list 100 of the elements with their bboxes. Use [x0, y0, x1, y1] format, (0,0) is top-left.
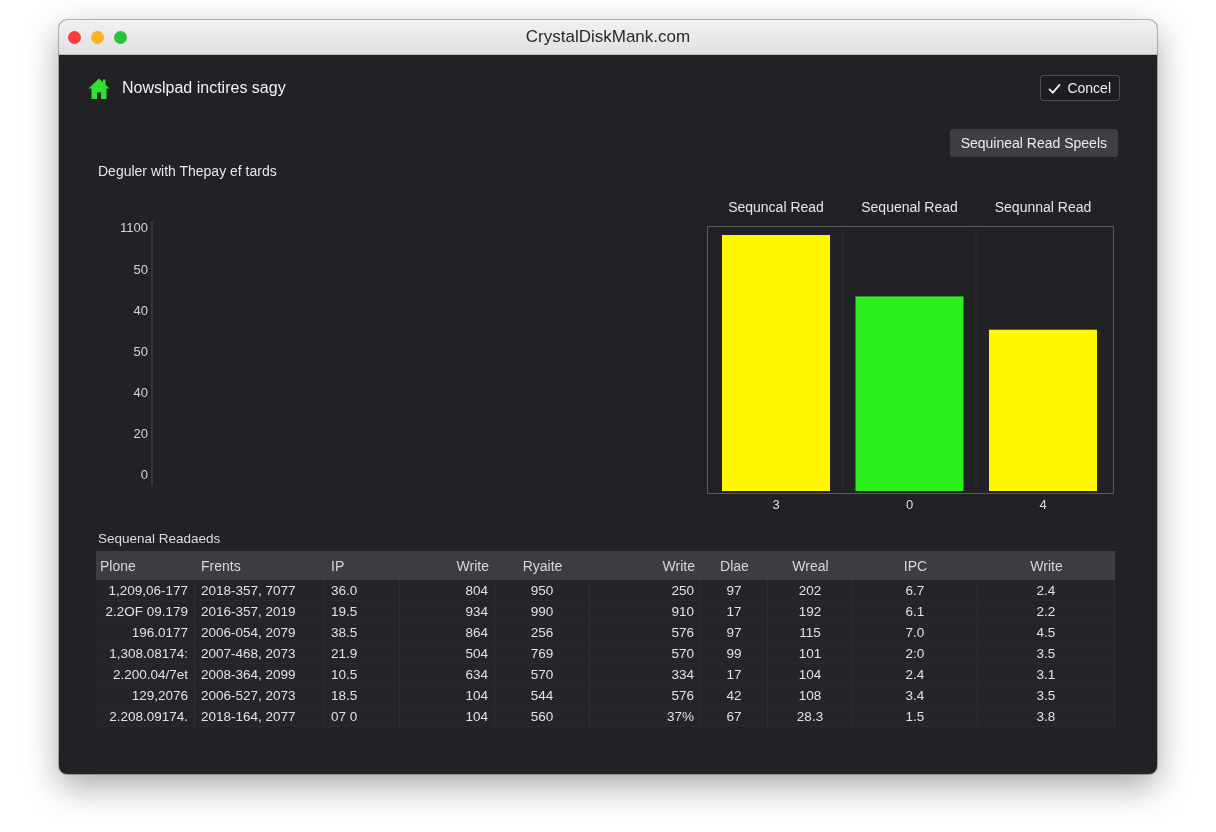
table-cell: 196.0177: [96, 622, 195, 643]
table-cell: 504: [400, 643, 495, 664]
table-cell: 115: [768, 622, 853, 643]
column-header[interactable]: Plone: [96, 551, 195, 580]
table-cell: 97: [701, 622, 768, 643]
table-cell: 544: [495, 685, 590, 706]
read-speeds-button[interactable]: Sequineal Read Speels: [949, 129, 1118, 157]
table-cell: 104: [400, 685, 495, 706]
table-cell: 576: [590, 685, 701, 706]
table-cell: 2.208.09174.: [96, 706, 195, 727]
column-header[interactable]: Frents: [195, 551, 325, 580]
table-cell: 42: [701, 685, 768, 706]
minimize-button[interactable]: [91, 30, 104, 44]
column-header[interactable]: Write: [400, 551, 495, 580]
table-cell: 10.5: [325, 664, 400, 685]
table-cell: 36.0: [325, 580, 400, 601]
page-title: Nowslpad inctires sagy: [122, 79, 287, 97]
axis-label: 0: [140, 467, 148, 483]
column-header[interactable]: Wreal: [768, 551, 853, 580]
table-cell: 17: [701, 664, 768, 685]
table-cell: 1,308.08174:: [96, 643, 195, 664]
table-cell: 2018-164, 2077: [195, 706, 325, 727]
table-cell: 570: [495, 664, 590, 685]
table-cell: 864: [400, 622, 495, 643]
table-cell: 3.8: [978, 706, 1115, 727]
table-cell: 6.1: [853, 601, 978, 622]
table-cell: 950: [495, 580, 590, 601]
zoom-button[interactable]: [114, 30, 127, 44]
table-cell: 2006-054, 2079: [195, 622, 325, 643]
table-cell: 2016-357, 2019: [195, 601, 325, 622]
category-label: 4: [1039, 497, 1047, 513]
table-cell: 990: [495, 601, 590, 622]
column-header[interactable]: Ryaite: [495, 551, 590, 580]
column-header[interactable]: IPC: [853, 551, 978, 580]
table-cell: 104: [400, 706, 495, 727]
table-cell: 104: [768, 664, 853, 685]
table-title: Sequenal Readaeds: [98, 531, 221, 547]
table-cell: 19.5: [325, 601, 400, 622]
category-label: 0: [905, 497, 914, 513]
axis-label: 40: [133, 302, 148, 318]
table-cell: 3.5: [978, 643, 1115, 664]
axis-label: 1100: [120, 220, 148, 236]
window-title: CrystalDiskMank.com: [525, 27, 691, 47]
table-cell: 3.1: [978, 664, 1115, 685]
table-cell: 192: [768, 601, 853, 622]
axis-label: 50: [133, 261, 148, 277]
table-cell: 3.4: [853, 685, 978, 706]
category-label: 3: [772, 497, 780, 513]
table-cell: 99: [701, 643, 768, 664]
table-cell: 6.7: [853, 580, 978, 601]
table-cell: 250: [590, 580, 701, 601]
table-cell: 2.4: [978, 580, 1115, 601]
bar-annotation: Sequenal Read: [861, 198, 958, 215]
table-cell: 256: [495, 622, 590, 643]
house-icon: [88, 77, 110, 99]
table-cell: 934: [400, 601, 495, 622]
table-cell: 67: [701, 706, 768, 727]
table-cell: 3.5: [978, 685, 1115, 706]
table-cell: 2.2OF 09.179: [96, 601, 195, 622]
table-cell: 2.2: [978, 601, 1115, 622]
axis-label: 50: [133, 343, 148, 359]
table-cell: 769: [495, 643, 590, 664]
table-cell: 560: [495, 706, 590, 727]
table-cell: 37%: [590, 706, 701, 727]
table-cell: 576: [590, 622, 701, 643]
axis-label: 20: [133, 426, 148, 442]
table-cell: 202: [768, 580, 853, 601]
table-cell: 910: [590, 601, 701, 622]
bar-annotation: Sequncal Read: [728, 198, 824, 215]
table-cell: 4.5: [978, 622, 1115, 643]
check-icon: [1048, 82, 1062, 94]
table-cell: 1.5: [853, 706, 978, 727]
table-cell: 2018-357, 7077: [195, 580, 325, 601]
table-cell: 570: [590, 643, 701, 664]
table-cell: 129,2076: [96, 685, 195, 706]
table-cell: 17: [701, 601, 768, 622]
table-cell: 38.5: [325, 622, 400, 643]
table-cell: 1,209,06-177: [96, 580, 195, 601]
cancel-button[interactable]: Concel: [1040, 75, 1120, 101]
table-cell: 2.200.04/7et: [96, 664, 195, 685]
table-cell: 7.0: [853, 622, 978, 643]
column-header[interactable]: Write: [590, 551, 701, 580]
column-header[interactable]: Dlae: [701, 551, 768, 580]
table-cell: 07 0: [325, 706, 400, 727]
table-cell: 334: [590, 664, 701, 685]
table-cell: 2:0: [853, 643, 978, 664]
chart-title: Deguler with Thepay ef tards: [97, 162, 277, 180]
table-cell: 2.4: [853, 664, 978, 685]
table-cell: 18.5: [325, 685, 400, 706]
close-button[interactable]: [68, 30, 81, 44]
table-cell: 97: [701, 580, 768, 601]
table-cell: 634: [400, 664, 495, 685]
column-header[interactable]: Write: [978, 551, 1115, 580]
table-cell: 2006-527, 2073: [195, 685, 325, 706]
table-cell: 2007-468, 2073: [195, 643, 325, 664]
table-cell: 28.3: [768, 706, 853, 727]
column-header[interactable]: IP: [325, 551, 400, 580]
axis-label: 40: [133, 385, 148, 401]
table-cell: 108: [768, 685, 853, 706]
bar-annotation: Sequnnal Read: [994, 198, 1092, 215]
